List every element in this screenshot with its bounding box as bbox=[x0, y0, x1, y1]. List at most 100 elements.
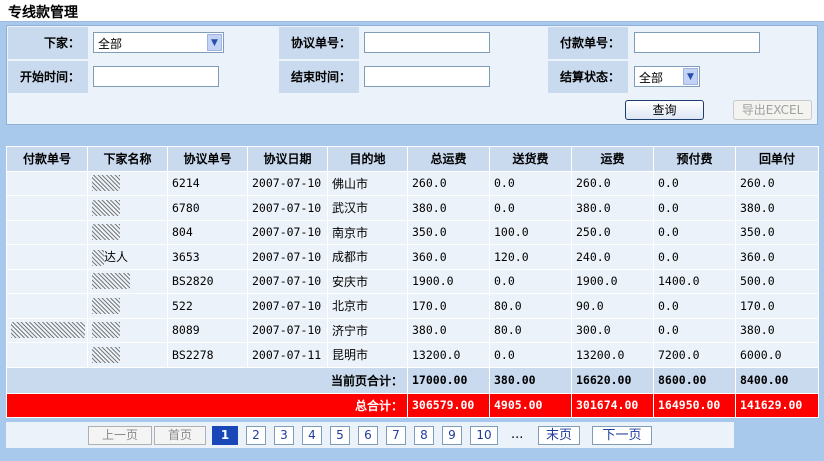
cell-freight: 240.0 bbox=[571, 244, 654, 270]
cell-receipt: 6000.0 bbox=[735, 342, 819, 368]
cell-name bbox=[87, 293, 168, 319]
table-row[interactable]: BS2820 2007-07-10 安庆市 1900.0 0.0 1900.0 … bbox=[6, 268, 819, 294]
redacted-name bbox=[92, 175, 120, 192]
grand-sum-total: 306579.00 bbox=[407, 392, 490, 418]
col-header-fukuan[interactable]: 付款单号 bbox=[6, 146, 88, 172]
status-select-value: 全部 bbox=[639, 71, 664, 85]
page-8-button[interactable]: 8 bbox=[414, 426, 434, 445]
redacted-name bbox=[92, 297, 120, 314]
page-9-button[interactable]: 9 bbox=[442, 426, 462, 445]
cell-prepaid: 0.0 bbox=[653, 293, 736, 319]
cell-freight: 300.0 bbox=[571, 317, 654, 343]
cell-delivery: 120.0 bbox=[489, 244, 572, 270]
cell-date: 2007-07-11 bbox=[247, 342, 328, 368]
cell-date: 2007-07-10 bbox=[247, 219, 328, 245]
page-7-button[interactable]: 7 bbox=[386, 426, 406, 445]
cell-total: 260.0 bbox=[407, 170, 490, 196]
filter-panel: 下家： 全部 ▼ 协议单号： 付款单号： 开始时间： 结束时间： 结算状态： 全… bbox=[6, 25, 818, 125]
col-header-total[interactable]: 总运费 bbox=[407, 146, 490, 172]
page-sum-label: 当前页合计： bbox=[6, 366, 408, 394]
col-header-receipt[interactable]: 回单付 bbox=[735, 146, 819, 172]
start-time-label: 开始时间： bbox=[8, 61, 88, 93]
page-6-button[interactable]: 6 bbox=[358, 426, 378, 445]
page-title: 专线款管理 bbox=[8, 5, 78, 21]
cell-xieyi: BS2278 bbox=[167, 342, 248, 368]
cell-xieyi: 6780 bbox=[167, 195, 248, 221]
redacted-name bbox=[92, 273, 130, 290]
page-2-button[interactable]: 2 bbox=[246, 426, 266, 445]
page-5-button[interactable]: 5 bbox=[330, 426, 350, 445]
title-bar: 专线款管理 bbox=[0, 0, 824, 22]
cell-freight: 90.0 bbox=[571, 293, 654, 319]
table-row[interactable]: BS2278 2007-07-11 昆明市 13200.0 0.0 13200.… bbox=[6, 342, 819, 368]
table-row[interactable]: 达人 3653 2007-07-10 成都市 360.0 120.0 240.0… bbox=[6, 244, 819, 270]
data-table: 付款单号 下家名称 协议单号 协议日期 目的地 总运费 送货费 运费 预付费 回… bbox=[6, 146, 819, 418]
cell-dest: 昆明市 bbox=[327, 342, 408, 368]
cell-freight: 260.0 bbox=[571, 170, 654, 196]
redacted-fukuan bbox=[11, 322, 85, 339]
table-row[interactable]: 522 2007-07-10 北京市 170.0 80.0 90.0 0.0 1… bbox=[6, 293, 819, 319]
col-header-name[interactable]: 下家名称 bbox=[87, 146, 168, 172]
cell-date: 2007-07-10 bbox=[247, 317, 328, 343]
chevron-down-icon[interactable]: ▼ bbox=[683, 68, 698, 85]
xieyi-label: 协议单号： bbox=[279, 27, 359, 59]
fukuan-label: 付款单号： bbox=[548, 27, 628, 59]
xieyi-input[interactable] bbox=[364, 32, 490, 53]
table-row[interactable]: 6780 2007-07-10 武汉市 380.0 0.0 380.0 0.0 … bbox=[6, 195, 819, 221]
cell-delivery: 80.0 bbox=[489, 317, 572, 343]
cell-delivery: 0.0 bbox=[489, 268, 572, 294]
query-button[interactable]: 查询 bbox=[625, 100, 704, 120]
fukuan-input[interactable] bbox=[634, 32, 760, 53]
next-page-button[interactable]: 下一页 bbox=[592, 426, 652, 445]
cell-fukuan bbox=[6, 317, 88, 343]
chevron-down-icon[interactable]: ▼ bbox=[207, 34, 222, 51]
cell-receipt: 260.0 bbox=[735, 170, 819, 196]
table-row[interactable]: 804 2007-07-10 南京市 350.0 100.0 250.0 0.0… bbox=[6, 219, 819, 245]
xiajia-select[interactable]: 全部 ▼ bbox=[93, 32, 224, 53]
redacted-name bbox=[92, 249, 104, 266]
redacted-name bbox=[92, 322, 120, 339]
page-sum-freight: 16620.00 bbox=[571, 366, 654, 394]
col-header-delivery[interactable]: 送货费 bbox=[489, 146, 572, 172]
filter-row-2: 开始时间： 结束时间： 结算状态： 全部 ▼ bbox=[7, 60, 817, 94]
cell-total: 13200.0 bbox=[407, 342, 490, 368]
export-excel-button[interactable]: 导出EXCEL bbox=[733, 100, 812, 120]
cell-fukuan bbox=[6, 268, 88, 294]
cell-fukuan bbox=[6, 293, 88, 319]
col-header-date[interactable]: 协议日期 bbox=[247, 146, 328, 172]
cell-delivery: 100.0 bbox=[489, 219, 572, 245]
start-time-input[interactable] bbox=[93, 66, 219, 87]
page-4-button[interactable]: 4 bbox=[302, 426, 322, 445]
grand-sum-freight: 301674.00 bbox=[571, 392, 654, 418]
last-page-button[interactable]: 末页 bbox=[538, 426, 580, 445]
cell-total: 360.0 bbox=[407, 244, 490, 270]
page-sum-prepaid: 8600.00 bbox=[653, 366, 736, 394]
cell-name bbox=[87, 268, 168, 294]
cell-fukuan bbox=[6, 219, 88, 245]
status-select[interactable]: 全部 ▼ bbox=[634, 66, 700, 87]
end-time-label: 结束时间： bbox=[279, 61, 359, 93]
cell-xieyi: 522 bbox=[167, 293, 248, 319]
cell-receipt: 380.0 bbox=[735, 317, 819, 343]
page-sum-delivery: 380.00 bbox=[489, 366, 572, 394]
col-header-xieyi[interactable]: 协议单号 bbox=[167, 146, 248, 172]
col-header-freight[interactable]: 运费 bbox=[571, 146, 654, 172]
cell-date: 2007-07-10 bbox=[247, 170, 328, 196]
cell-fukuan bbox=[6, 342, 88, 368]
prev-page-button[interactable]: 上一页 bbox=[88, 426, 152, 445]
page-3-button[interactable]: 3 bbox=[274, 426, 294, 445]
table-row[interactable]: 8089 2007-07-10 济宁市 380.0 80.0 300.0 0.0… bbox=[6, 317, 819, 343]
redacted-name bbox=[92, 346, 120, 363]
end-time-input[interactable] bbox=[364, 66, 490, 87]
col-header-dest[interactable]: 目的地 bbox=[327, 146, 408, 172]
first-page-button[interactable]: 首页 bbox=[154, 426, 206, 445]
table-row[interactable]: 6214 2007-07-10 佛山市 260.0 0.0 260.0 0.0 … bbox=[6, 170, 819, 196]
col-header-prepaid[interactable]: 预付费 bbox=[653, 146, 736, 172]
cell-total: 1900.0 bbox=[407, 268, 490, 294]
cell-xieyi: 3653 bbox=[167, 244, 248, 270]
cell-freight: 1900.0 bbox=[571, 268, 654, 294]
page-10-button[interactable]: 10 bbox=[470, 426, 498, 445]
cell-prepaid: 7200.0 bbox=[653, 342, 736, 368]
cell-dest: 武汉市 bbox=[327, 195, 408, 221]
page-1-button[interactable]: 1 bbox=[212, 426, 238, 445]
